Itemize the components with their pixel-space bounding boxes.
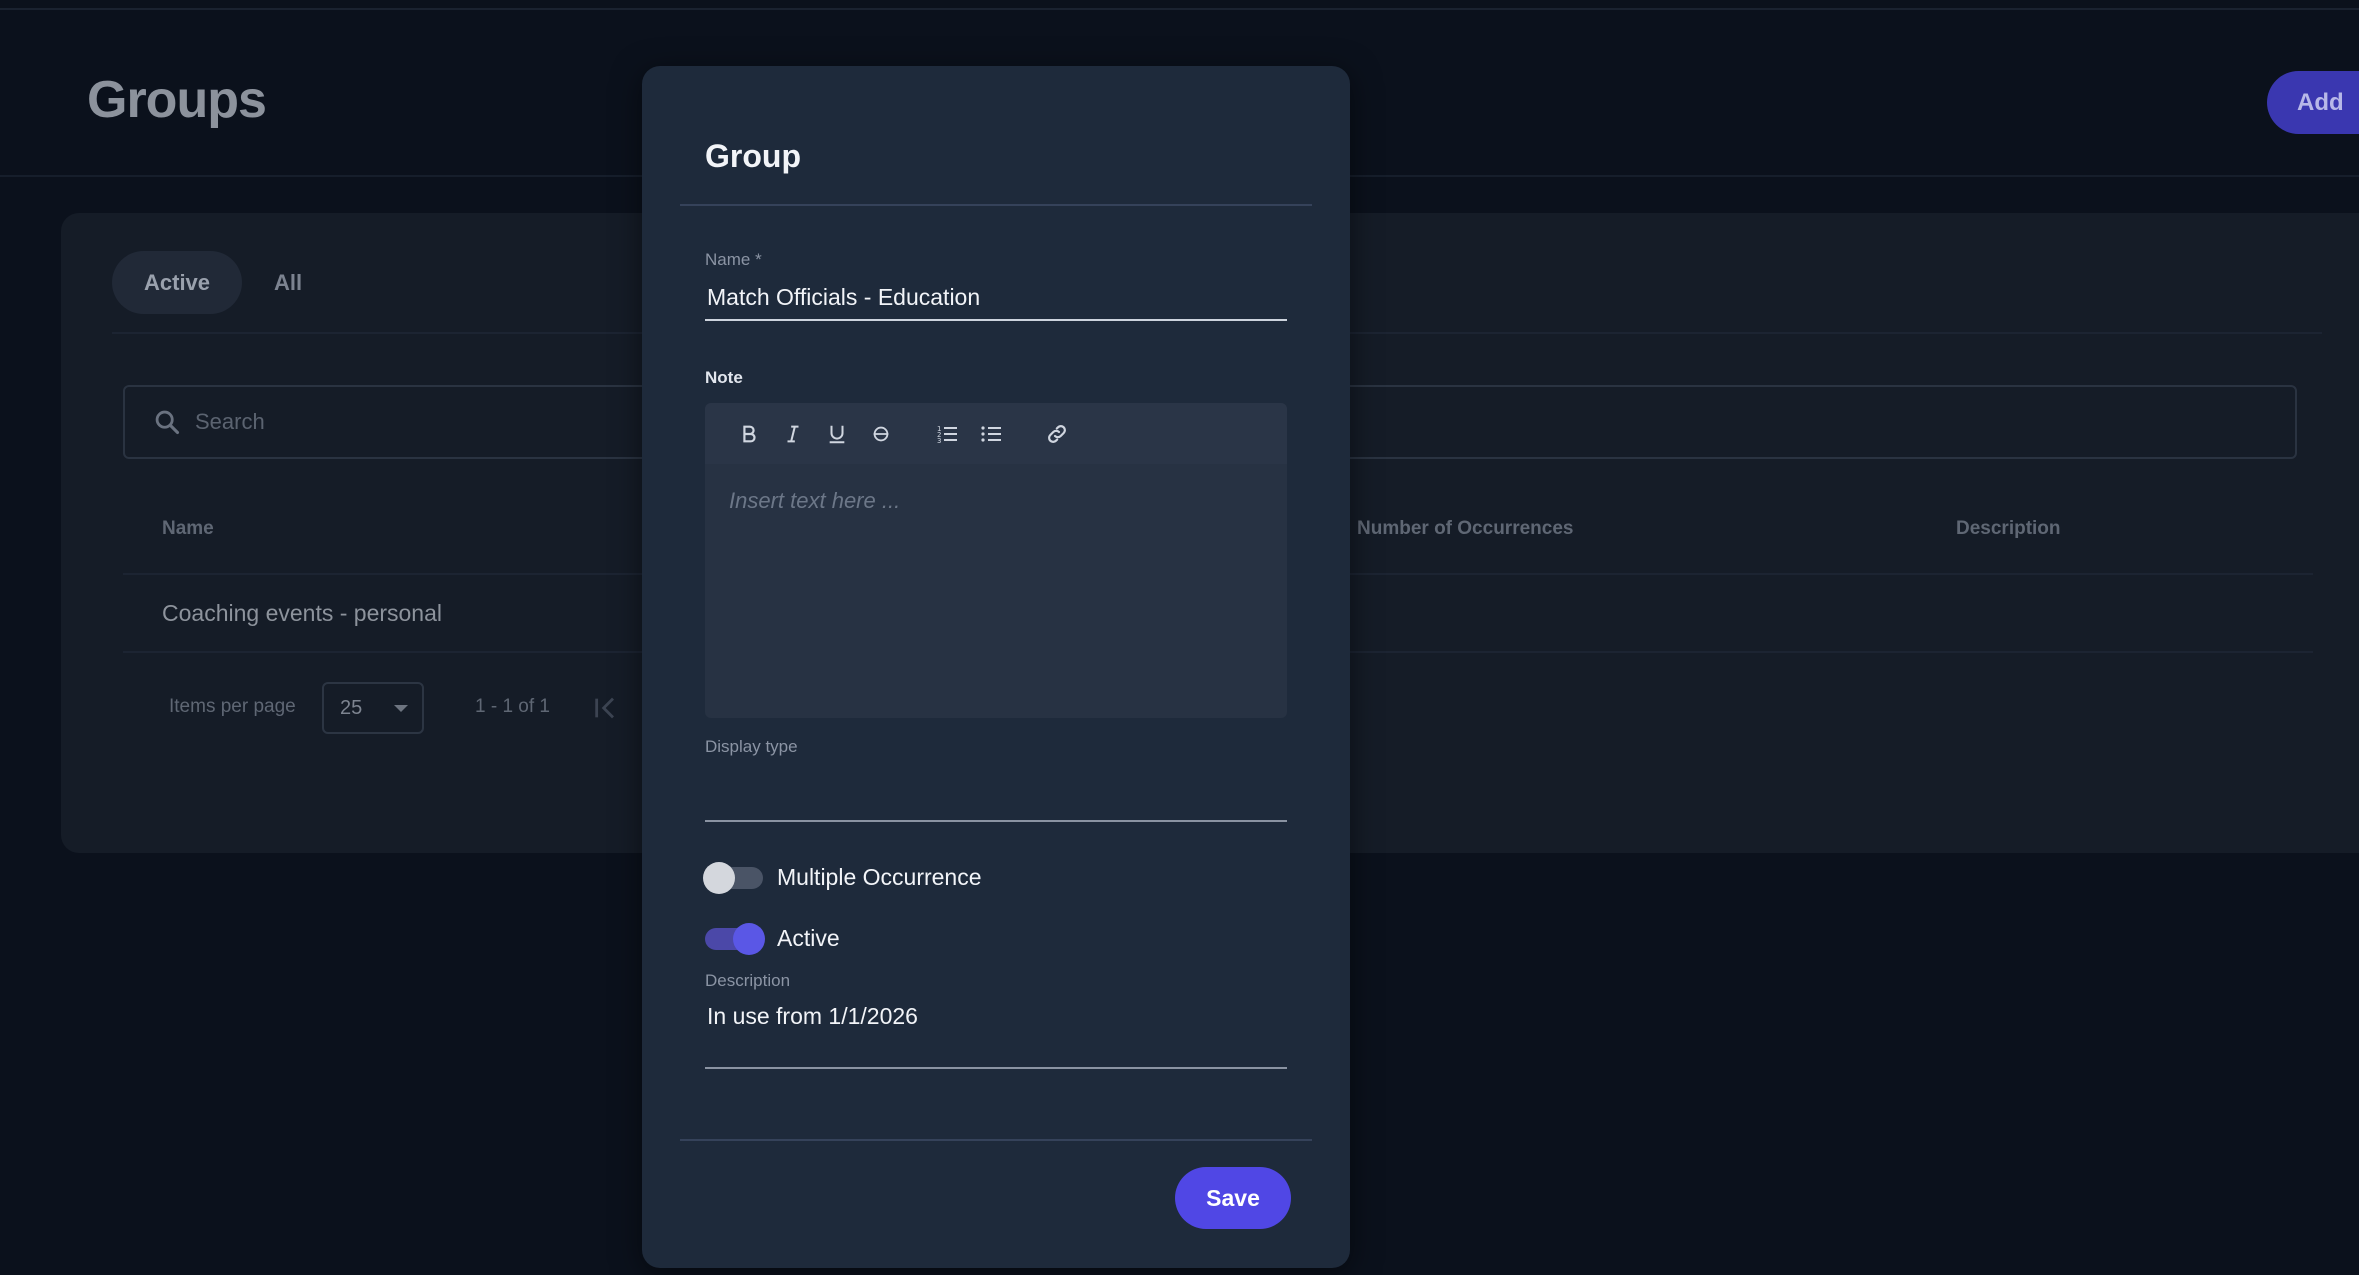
column-header-description[interactable]: Description [1956, 518, 2061, 540]
description-field[interactable]: In use from 1/1/2026 [707, 1003, 918, 1030]
dialog-title-divider [680, 204, 1312, 206]
multiple-occurrence-toggle-row: Multiple Occurrence [703, 861, 982, 894]
save-button[interactable]: Save [1175, 1167, 1291, 1229]
ordered-list-icon[interactable]: 123 [925, 414, 969, 454]
active-toggle-row: Active [705, 922, 840, 955]
active-toggle[interactable] [705, 922, 765, 955]
multiple-occurrence-toggle[interactable] [703, 861, 763, 894]
svg-text:3: 3 [937, 437, 941, 445]
dialog-title: Group [705, 138, 801, 174]
name-label: Name * [705, 250, 762, 269]
active-label: Active [777, 925, 840, 951]
description-label: Description [705, 971, 791, 990]
editor-toolbar: 123 [705, 403, 1287, 464]
note-editor[interactable]: 123 Insert text here ... [705, 403, 1287, 718]
toggle-knob [733, 922, 765, 955]
tab-active[interactable]: Active [112, 251, 243, 314]
description-underline [705, 1067, 1287, 1069]
page-title: Groups [87, 71, 267, 129]
group-dialog: Group Name * Match Officials - Education… [642, 66, 1350, 1268]
column-header-name[interactable]: Name [162, 518, 214, 540]
strikethrough-icon[interactable] [859, 414, 903, 454]
first-page-icon[interactable] [592, 694, 620, 722]
items-per-page-select[interactable]: 25 [322, 682, 424, 734]
note-label: Note [705, 368, 743, 387]
tab-all[interactable]: All [242, 251, 334, 314]
underline-icon[interactable] [815, 414, 859, 454]
status-tabs: Active All [112, 251, 334, 314]
search-placeholder: Search [195, 409, 265, 434]
column-header-occurrences[interactable]: Number of Occurrences [1357, 518, 1573, 540]
toggle-knob [703, 861, 735, 894]
bullet-list-icon[interactable] [969, 414, 1013, 454]
link-icon[interactable] [1035, 414, 1079, 454]
chevron-down-icon [394, 705, 408, 712]
table-row-name[interactable]: Coaching events - personal [162, 600, 442, 627]
bold-icon[interactable] [727, 414, 771, 454]
search-icon [155, 410, 180, 435]
multiple-occurrence-label: Multiple Occurrence [777, 864, 982, 890]
display-type-label: Display type [705, 737, 798, 756]
italic-icon[interactable] [771, 414, 815, 454]
dialog-footer-divider [680, 1139, 1312, 1141]
add-button[interactable]: Add [2267, 71, 2359, 134]
note-placeholder: Insert text here ... [729, 488, 901, 513]
items-per-page-value: 25 [340, 696, 363, 719]
display-type-underline [705, 820, 1287, 822]
pagination-range: 1 - 1 of 1 [475, 696, 550, 717]
name-field-underline [705, 319, 1287, 321]
items-per-page-label: Items per page [169, 696, 296, 717]
name-field[interactable]: Match Officials - Education [707, 284, 980, 311]
